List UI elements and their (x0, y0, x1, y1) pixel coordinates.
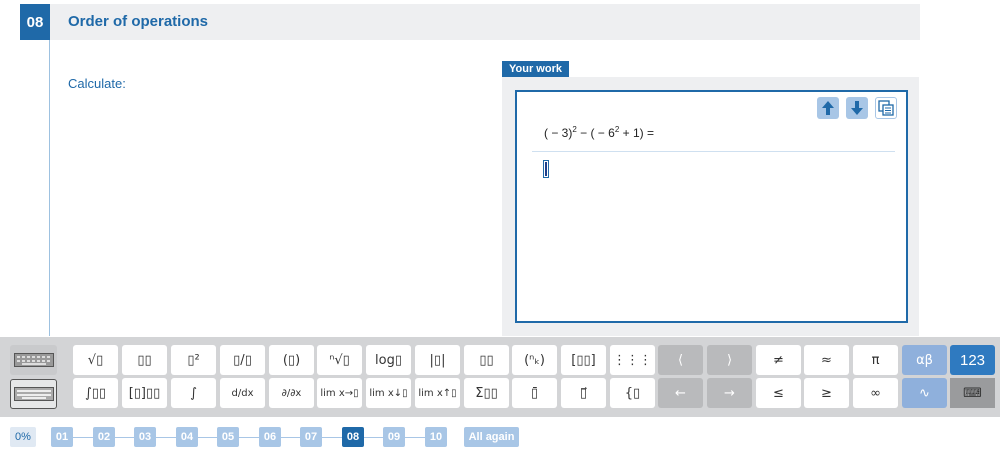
copy-button[interactable] (875, 97, 897, 119)
key-greater-equal[interactable]: ≥ (804, 378, 849, 408)
move-up-button[interactable] (817, 97, 839, 119)
step-connector (115, 437, 134, 438)
key-hide-keyboard[interactable]: ⌨ (950, 378, 995, 408)
keyboard-layout-button[interactable] (10, 345, 57, 375)
step-button-07[interactable]: 07 (300, 427, 322, 447)
step-connector (322, 437, 342, 438)
step-button-04[interactable]: 04 (176, 427, 198, 447)
key-abs[interactable]: |▯| (415, 345, 460, 375)
key-power[interactable]: ▯▯ (122, 345, 167, 375)
key-vector-arrow[interactable]: ▯⃗ (561, 378, 606, 408)
question-prompt: Calculate: (68, 76, 126, 91)
arrow-up-icon (822, 101, 834, 115)
key-integral[interactable]: ∫ (171, 378, 216, 408)
expr-part2: − ( − 6 (576, 126, 615, 140)
key-sqrt[interactable]: √▯ (73, 345, 118, 375)
step-connector (281, 437, 300, 438)
key-infinity[interactable]: ∞ (853, 378, 898, 408)
task-expression: ( − 3)2 − ( − 62 + 1) = (544, 125, 654, 140)
step-connector (239, 437, 259, 438)
key-limit-from-above[interactable]: lim x↓▯ (366, 378, 411, 408)
key-mean[interactable]: ▯̄ (512, 378, 557, 408)
key-fraction[interactable]: ▯/▯ (220, 345, 265, 375)
step-connector (198, 437, 217, 438)
keyboard-icon (13, 387, 54, 401)
all-again-button[interactable]: All again (464, 427, 519, 447)
progress-indicator: 0% (10, 427, 36, 447)
expr-part1: ( − 3) (544, 126, 573, 140)
answer-input-cursor[interactable] (543, 160, 549, 178)
key-binomial[interactable]: (ⁿₖ) (512, 345, 557, 375)
key-sum[interactable]: Σ▯▯ (464, 378, 509, 408)
key-not-equal[interactable]: ≠ (756, 345, 801, 375)
key-greek[interactable]: αβ (902, 345, 947, 375)
move-down-button[interactable] (846, 97, 868, 119)
key-nth-root[interactable]: ⁿ√▯ (317, 345, 362, 375)
step-button-03[interactable]: 03 (134, 427, 156, 447)
key-limit-from-below[interactable]: lim x↑▯ (415, 378, 460, 408)
step-connector (405, 437, 425, 438)
key-cases[interactable]: {▯ (610, 378, 655, 408)
key-approx[interactable]: ≈ (804, 345, 849, 375)
step-button-09[interactable]: 09 (383, 427, 405, 447)
step-button-02[interactable]: 02 (93, 427, 115, 447)
question-title: Order of operations (68, 13, 209, 30)
step-connector (73, 437, 93, 438)
step-button-10[interactable]: 10 (425, 427, 447, 447)
key-subscript[interactable]: ▯▯ (464, 345, 509, 375)
key-log[interactable]: log▯ (366, 345, 411, 375)
step-connector (364, 437, 383, 438)
key-square[interactable]: ▯² (171, 345, 216, 375)
step-connector (156, 437, 176, 438)
keyboard-icon (13, 353, 54, 367)
arrow-down-icon (851, 101, 863, 115)
keyboard-layout-selected-button[interactable] (10, 379, 57, 409)
key-derivative[interactable]: d/dx (220, 378, 265, 408)
key-angle-right[interactable]: ⟩ (707, 345, 752, 375)
step-button-08[interactable]: 08 (342, 427, 364, 447)
key-pi[interactable]: π (853, 345, 898, 375)
key-limit[interactable]: lim x→▯ (317, 378, 362, 408)
key-parentheses[interactable]: (▯) (269, 345, 314, 375)
key-evaluation-bracket[interactable]: [▯]▯▯ (122, 378, 167, 408)
key-matrix[interactable]: ⋮⋮⋮ (610, 345, 655, 375)
key-less-equal[interactable]: ≤ (756, 378, 801, 408)
key-cursor-left[interactable]: ← (658, 378, 703, 408)
key-definite-integral[interactable]: ∫▯▯ (73, 378, 118, 408)
key-cursor-right[interactable]: → (707, 378, 752, 408)
key-angle-left[interactable]: ⟨ (658, 345, 703, 375)
step-button-06[interactable]: 06 (259, 427, 281, 447)
copy-icon (878, 100, 894, 116)
your-work-tab: Your work (502, 61, 569, 77)
question-divider (49, 40, 50, 336)
key-function-plot[interactable]: ∿ (902, 378, 947, 408)
key-vector[interactable]: [▯▯] (561, 345, 606, 375)
question-number: 08 (20, 4, 50, 40)
step-button-01[interactable]: 01 (51, 427, 73, 447)
step-button-05[interactable]: 05 (217, 427, 239, 447)
expr-part3: + 1) = (619, 126, 654, 140)
expression-separator (532, 151, 895, 152)
key-partial-derivative[interactable]: ∂/∂x (269, 378, 314, 408)
key-numbers[interactable]: 123 (950, 345, 995, 375)
